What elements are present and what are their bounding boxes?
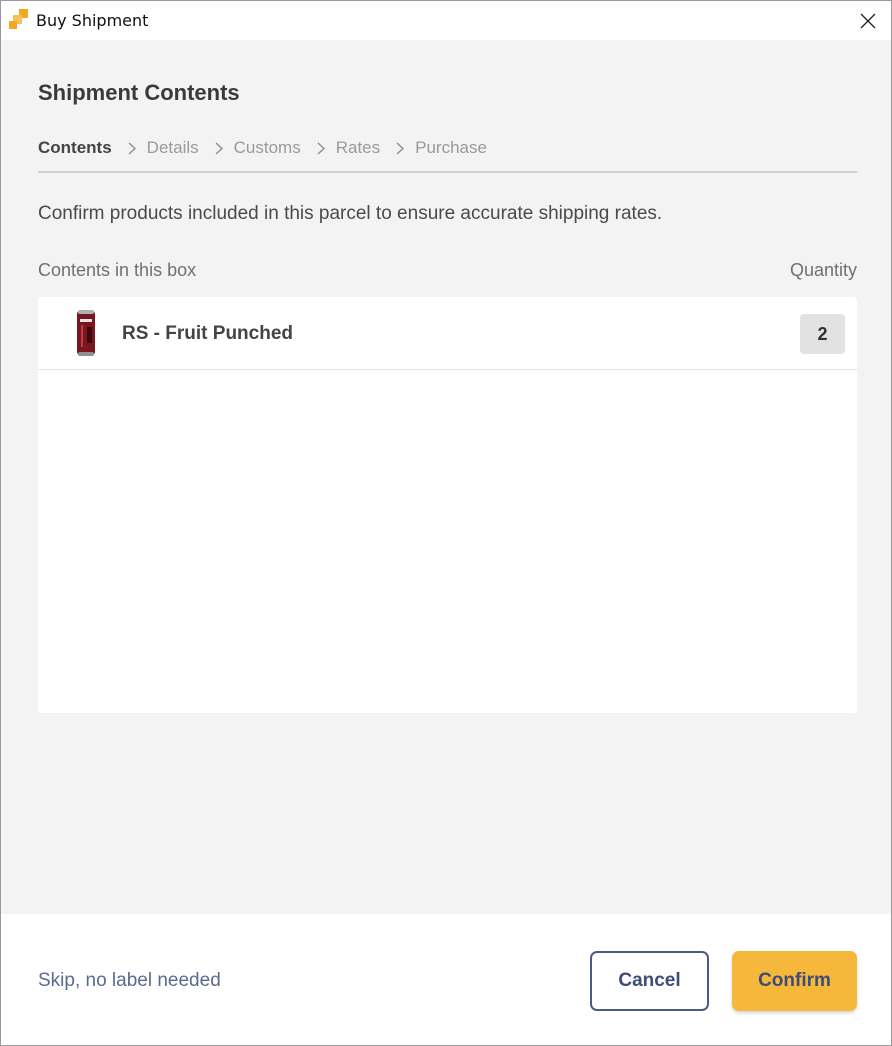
chevron-right-icon <box>124 142 140 155</box>
chevron-right-icon <box>313 142 329 155</box>
title-bar: Buy Shipment <box>1 1 891 40</box>
contents-column-header: Contents in this box <box>38 260 197 280</box>
quantity-column-header: Quantity <box>789 260 857 280</box>
window-title: Buy Shipment <box>36 11 149 30</box>
product-name: RS - Fruit Punched <box>122 323 293 344</box>
confirm-button[interactable]: Confirm <box>732 951 857 1011</box>
app-logo-icon <box>9 9 29 31</box>
step-rates: Rates <box>335 138 381 157</box>
step-details: Details <box>146 138 199 157</box>
footer-bar: Skip, no label needed Cancel Confirm <box>1 914 891 1045</box>
cancel-button[interactable]: Cancel <box>590 951 709 1011</box>
step-contents: Contents <box>38 138 112 157</box>
main-content: Shipment Contents Contents Details Custo… <box>1 40 891 914</box>
step-customs: Customs <box>233 138 301 157</box>
contents-list: RS - Fruit Punched 2 <box>38 297 857 713</box>
description-text: Confirm products included in this parcel… <box>38 203 663 224</box>
list-item: RS - Fruit Punched 2 <box>38 297 857 370</box>
chevron-right-icon <box>211 142 227 155</box>
breadcrumb-steps: Contents Details Customs Rates Purchase <box>38 137 857 173</box>
can-product-icon <box>75 309 97 357</box>
quantity-badge[interactable]: 2 <box>800 314 845 354</box>
close-button[interactable] <box>845 1 891 40</box>
buy-shipment-window: Buy Shipment Shipment Contents Contents … <box>0 0 892 1046</box>
step-purchase: Purchase <box>415 138 487 157</box>
close-icon <box>860 13 876 28</box>
chevron-right-icon <box>392 142 408 155</box>
page-title: Shipment Contents <box>38 80 240 105</box>
skip-link[interactable]: Skip, no label needed <box>38 970 221 992</box>
